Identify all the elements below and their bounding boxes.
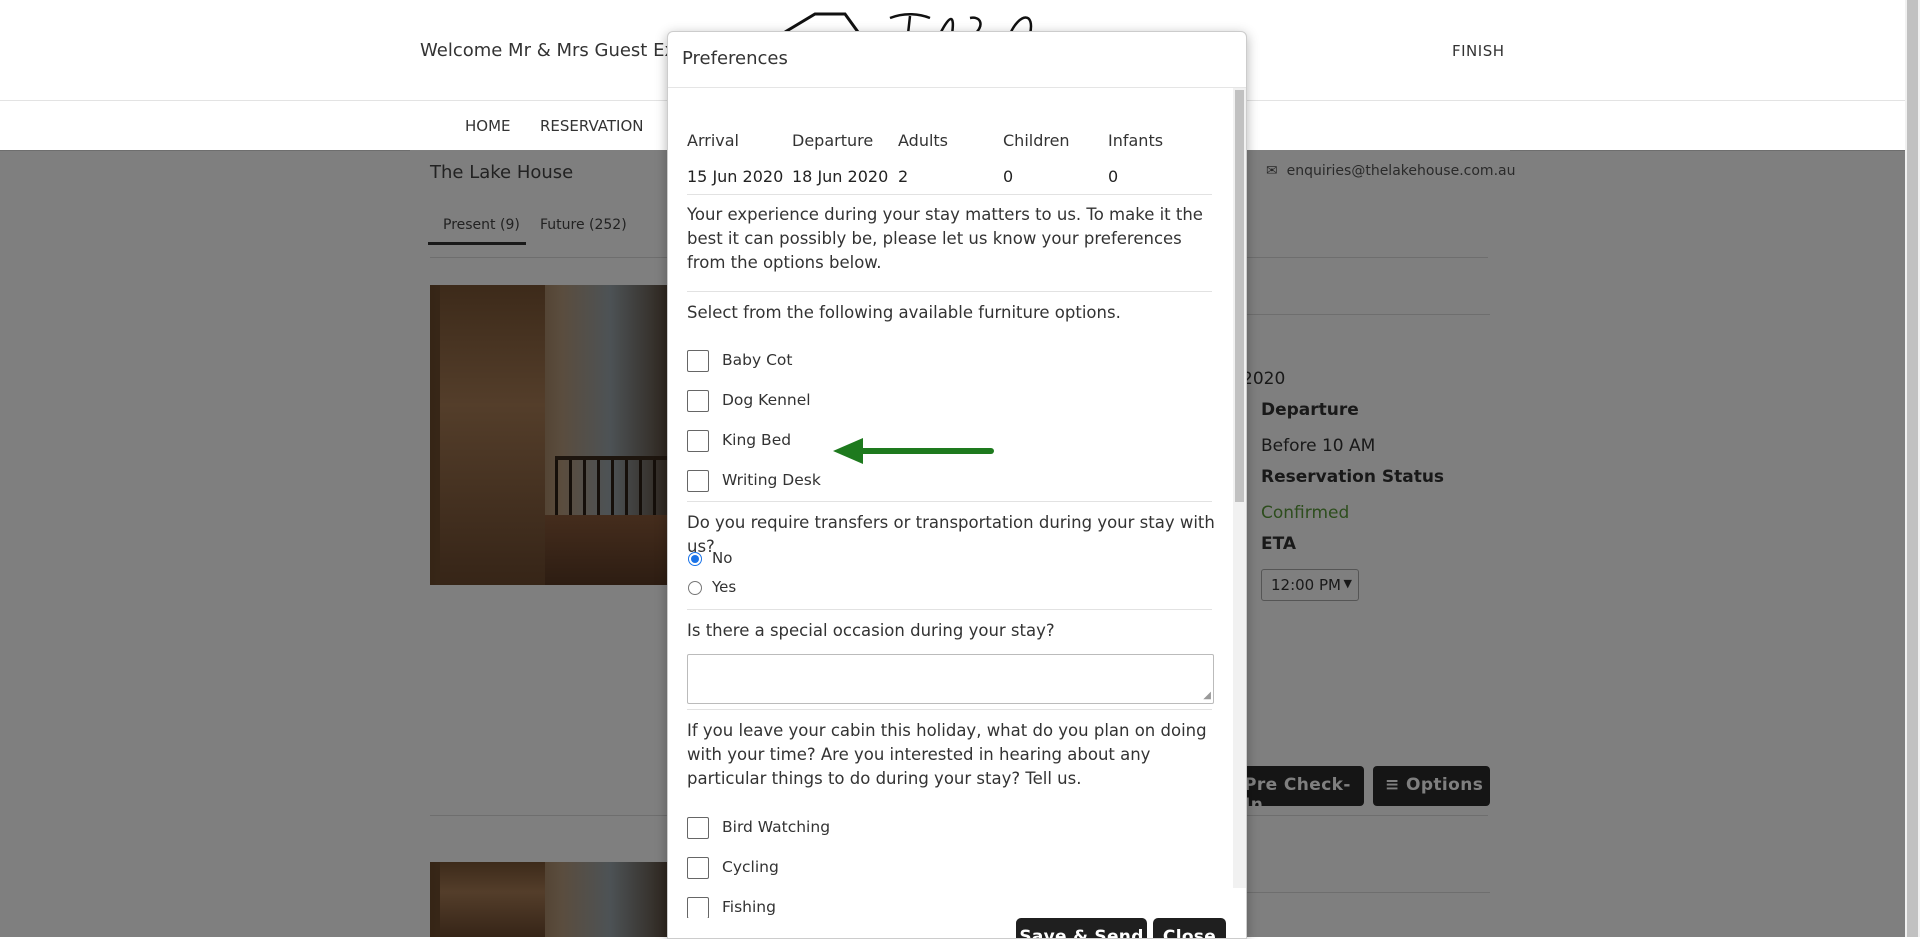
departure-value: 18 Jun 2020 bbox=[792, 167, 889, 186]
checkbox-king-bed[interactable] bbox=[687, 430, 709, 452]
transfer-question: Do you require transfers or transportati… bbox=[687, 513, 1215, 556]
finish-link[interactable]: FINISH bbox=[1452, 42, 1505, 60]
intro-text: Your experience during your stay matters… bbox=[687, 205, 1203, 272]
furniture-prompt: Select from the following available furn… bbox=[687, 303, 1121, 322]
label-fishing[interactable]: Fishing bbox=[722, 898, 776, 916]
checkbox-cycling[interactable] bbox=[687, 857, 709, 879]
radio-transfer-yes[interactable] bbox=[688, 581, 702, 595]
welcome-text: Welcome Mr & Mrs Guest Exa bbox=[420, 40, 687, 61]
resize-grip-icon[interactable]: ◢ bbox=[1203, 691, 1211, 701]
divider bbox=[687, 501, 1212, 502]
divider bbox=[687, 709, 1212, 710]
checkbox-writing-desk[interactable] bbox=[687, 470, 709, 492]
save-send-button[interactable]: Save & Send bbox=[1016, 918, 1147, 939]
nav-home[interactable]: HOME bbox=[465, 117, 511, 135]
label-cycling[interactable]: Cycling bbox=[722, 858, 779, 876]
nav-reservation[interactable]: RESERVATION bbox=[540, 117, 644, 135]
label-transfer-no[interactable]: No bbox=[712, 549, 732, 567]
checkbox-baby-cot[interactable] bbox=[687, 350, 709, 372]
label-writing-desk[interactable]: Writing Desk bbox=[722, 471, 821, 489]
page-scrollbar-thumb[interactable] bbox=[1907, 0, 1918, 937]
label-bird-watching[interactable]: Bird Watching bbox=[722, 818, 830, 836]
checkbox-bird-watching[interactable] bbox=[687, 817, 709, 839]
close-button[interactable]: Close bbox=[1153, 918, 1226, 939]
house-logo-icon bbox=[784, 12, 1033, 34]
label-baby-cot[interactable]: Baby Cot bbox=[722, 351, 792, 369]
close-label: Close bbox=[1162, 927, 1217, 939]
children-value: 0 bbox=[1003, 167, 1014, 186]
occasion-textarea[interactable]: ◢ bbox=[687, 654, 1214, 704]
adults-value: 2 bbox=[898, 167, 909, 186]
modal-body[interactable]: Arrival Departure Adults Children Infant… bbox=[668, 88, 1246, 918]
divider bbox=[687, 194, 1212, 195]
divider bbox=[687, 609, 1212, 610]
header-children: Children bbox=[1003, 131, 1070, 150]
infants-value: 0 bbox=[1108, 167, 1119, 186]
annotation-arrow-icon bbox=[833, 438, 994, 464]
modal-title: Preferences bbox=[682, 48, 788, 69]
header-arrival: Arrival bbox=[687, 131, 739, 150]
preferences-modal: Preferences Arrival Departure Adults Chi… bbox=[667, 31, 1247, 939]
header-departure: Departure bbox=[792, 131, 874, 150]
checkbox-fishing[interactable] bbox=[687, 897, 709, 918]
divider bbox=[687, 291, 1212, 292]
checkbox-dog-kennel[interactable] bbox=[687, 390, 709, 412]
occasion-question: Is there a special occasion during your … bbox=[687, 621, 1055, 640]
save-send-label: Save & Send bbox=[1019, 927, 1144, 939]
header-adults: Adults bbox=[898, 131, 949, 150]
activities-prompt: If you leave your cabin this holiday, wh… bbox=[687, 721, 1207, 788]
label-dog-kennel[interactable]: Dog Kennel bbox=[722, 391, 811, 409]
label-transfer-yes[interactable]: Yes bbox=[712, 578, 736, 596]
modal-scrollbar-thumb[interactable] bbox=[1235, 90, 1244, 502]
header-infants: Infants bbox=[1108, 131, 1164, 150]
radio-transfer-no[interactable] bbox=[688, 552, 702, 566]
label-king-bed[interactable]: King Bed bbox=[722, 431, 791, 449]
arrival-value: 15 Jun 2020 bbox=[687, 167, 784, 186]
